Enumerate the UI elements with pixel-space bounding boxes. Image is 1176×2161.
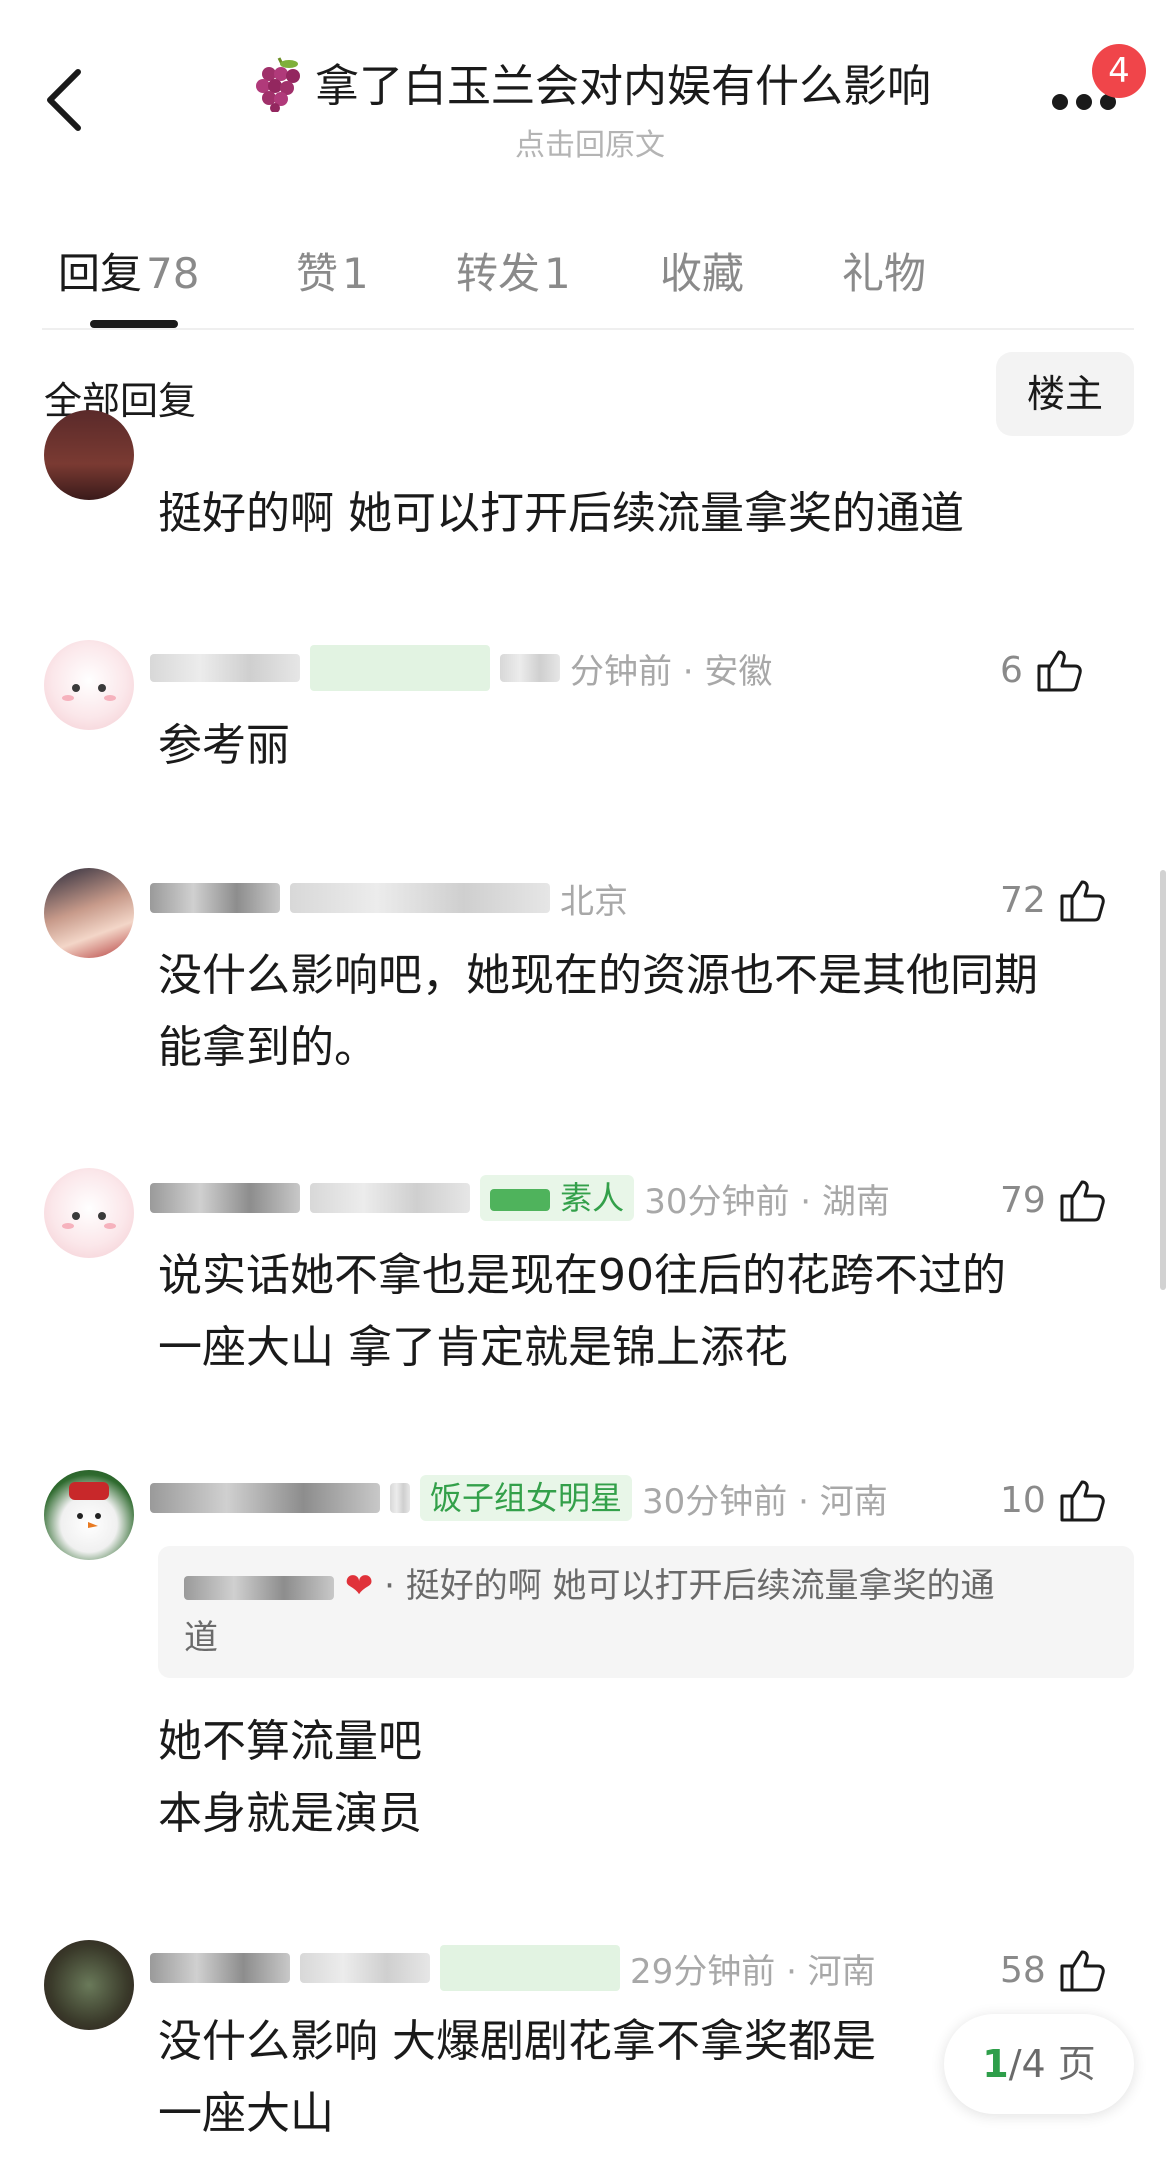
avatar[interactable] [44,410,134,500]
heart-icon: ❤ [344,1566,374,1606]
comment-location: 北京 [560,881,628,922]
like-button[interactable]: 6 [1000,640,1085,700]
comment-text: 挺好的啊 她可以打开后续流量拿奖的通道 [158,488,964,539]
like-button[interactable]: 79 [1000,1170,1108,1230]
tab-favorites[interactable]: 收藏 [660,240,744,301]
tab-label: 转发 [456,249,541,298]
like-count: 79 [1000,1179,1046,1221]
quote-text: 道 [184,1618,218,1658]
title-area[interactable]: 拿了白玉兰会对内娱有什么影响 点击回原文 [240,50,940,164]
comment-line: 能拿到的。 [158,1022,378,1073]
top-bar: 拿了白玉兰会对内娱有什么影响 点击回原文 4 [0,0,1176,170]
more-dots-icon [1052,94,1068,110]
tab-bar: 回复78 赞1 转发1 收藏 礼物 [0,220,1176,330]
blurred-text [390,1483,410,1513]
comment-meta: 饭子组女明星 30分钟前 · 河南 [150,1468,888,1528]
thumbs-up-icon [1060,1480,1105,1522]
more-dot [1076,94,1092,110]
tab-label: 礼物 [842,249,927,298]
divider [42,328,1134,330]
back-button[interactable] [40,60,90,140]
thumbs-up-icon [1060,1950,1105,1992]
total-pages: /4 页 [1008,2042,1096,2086]
comment-text: 没什么影响吧，她现在的资源也不是其他同期 能拿到的。 [158,940,1118,1084]
avatar[interactable] [44,1470,134,1560]
scrollbar[interactable] [1160,870,1166,1290]
comment-text: 说实话她不拿也是现在90往后的花跨不过的 一座大山 拿了肯定就是锦上添花 [158,1240,1118,1384]
back-to-original-link[interactable]: 点击回原文 [240,120,940,164]
avatar[interactable] [44,1168,134,1258]
blurred-username [184,1575,334,1600]
thumbs-up-icon [1060,880,1105,922]
tab-reposts[interactable]: 转发1 [456,240,571,301]
bunny-icon [62,1212,116,1229]
quote-line: ❤ · 挺好的啊 她可以打开后续流量拿奖的通 [184,1560,1108,1612]
comment-text: 她不算流量吧 本身就是演员 [158,1706,1118,1850]
comment-line: 本身就是演员 [158,1788,422,1839]
comment-meta: 素人 30分钟前 · 湖南 [150,1168,890,1228]
op-only-button[interactable]: 楼主 [996,352,1134,436]
page-indicator[interactable]: 1/4 页 [944,2014,1134,2114]
tab-label: 回复 [58,249,143,298]
comment-text: 参考丽 [158,720,290,771]
comment-meta: 北京 [150,868,628,928]
bunny-icon [62,684,116,701]
blurred-username [150,1483,380,1513]
avatar[interactable] [44,640,134,730]
active-tab-indicator [90,320,178,328]
tab-label: 赞 [296,249,339,298]
user-tag: 饭子组女明星 [420,1475,633,1521]
user-tag: 素人 [480,1175,635,1221]
snowman-icon [69,1482,109,1528]
current-page: 1 [982,2042,1009,2086]
blurred-username [150,1953,290,1983]
like-count: 72 [1000,879,1046,921]
chevron-left-icon [47,69,81,131]
comment-time-location: 29分钟前 · 河南 [630,1951,876,1992]
avatar[interactable] [44,868,134,958]
blurred-username [150,883,280,913]
comment-time-location: 30分钟前 · 湖南 [644,1181,890,1222]
tab-likes[interactable]: 赞1 [296,240,369,301]
tab-replies[interactable]: 回复78 [58,240,199,301]
like-count: 10 [1000,1479,1046,1521]
blurred-username [150,1183,300,1213]
comment-line: 一座大山 拿了肯定就是锦上添花 [158,1322,788,1373]
blurred-text [310,1183,470,1213]
tab-count: 1 [544,249,571,298]
like-button[interactable]: 10 [1000,1470,1108,1530]
blurred-tag [310,645,490,691]
tag-label: 素人 [560,1179,625,1217]
comment-meta: 29分钟前 · 河南 [150,1938,876,1998]
thumbs-up-icon [1060,1180,1105,1222]
blurred-tag-part [490,1189,550,1211]
tab-count: 78 [146,249,200,298]
like-button[interactable]: 58 [1000,1940,1108,2000]
thumbs-up-icon [1037,650,1082,692]
quote-text: 挺好的啊 她可以打开后续流量拿奖的通 [405,1566,995,1606]
blurred-text [300,1953,430,1983]
page-title: 拿了白玉兰会对内娱有什么影响 [315,61,931,112]
grape-icon [256,57,300,112]
like-count: 6 [1000,649,1023,691]
comment-time-location: 30分钟前 · 河南 [642,1481,888,1522]
comment-line: 她不算流量吧 [158,1716,422,1767]
comment-meta: 分钟前 · 安徽 [150,638,772,698]
tab-count: 1 [342,249,369,298]
comment-line: 没什么影响吧，她现在的资源也不是其他同期 [158,950,1038,1001]
blurred-text [500,654,560,682]
notification-badge: 4 [1092,44,1146,98]
comment-time-location: 分钟前 · 安徽 [570,651,773,692]
like-button[interactable]: 72 [1000,870,1108,930]
tab-label: 收藏 [660,249,745,298]
like-count: 58 [1000,1949,1046,1991]
blurred-tag [440,1945,620,1991]
tab-gifts[interactable]: 礼物 [842,240,926,301]
avatar[interactable] [44,1940,134,2030]
blurred-username [150,654,300,682]
blurred-text [290,883,550,913]
quoted-reply[interactable]: ❤ · 挺好的啊 她可以打开后续流量拿奖的通 道 [158,1546,1134,1678]
comment-line: 说实话她不拿也是现在90往后的花跨不过的 [158,1250,1006,1301]
